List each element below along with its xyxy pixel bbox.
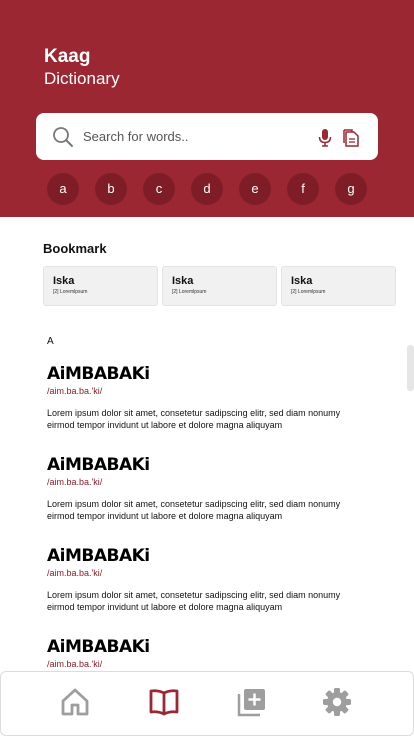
- bottom-navigation: [0, 671, 414, 736]
- bookmark-card[interactable]: Iska [2] Loremlpsum: [281, 266, 396, 306]
- gear-icon: [323, 688, 351, 716]
- app-title: Kaag: [44, 46, 91, 67]
- nav-settings[interactable]: [321, 686, 353, 718]
- word-entry[interactable]: AiMBABAKi /aim.ba.ba.'ki/ Lorem ipsum do…: [47, 364, 357, 431]
- bookmark-definition: [2] Loremlpsum: [291, 289, 326, 295]
- word-entry[interactable]: AiMBABAKi /aim.ba.ba.'ki/: [47, 637, 357, 670]
- bookmark-word: Iska: [53, 275, 75, 287]
- entry-word: AiMBABAKi: [47, 364, 150, 384]
- home-icon: [61, 688, 89, 716]
- entry-word: AiMBABAKi: [47, 455, 150, 475]
- book-icon: [149, 689, 179, 716]
- letter-g-button[interactable]: g: [335, 173, 367, 205]
- paste-icon[interactable]: [343, 129, 360, 147]
- bookmark-word: Iska: [291, 275, 313, 287]
- word-entry[interactable]: AiMBABAKi /aim.ba.ba.'ki/ Lorem ipsum do…: [47, 455, 357, 522]
- bookmark-title: Bookmark: [43, 241, 107, 256]
- scrollbar-thumb[interactable]: [407, 345, 414, 391]
- dictionary-content[interactable]: Bookmark Iska [2] Loremlpsum Iska [2] Lo…: [0, 217, 414, 672]
- bookmark-card[interactable]: Iska [2] Loremlpsum: [162, 266, 277, 306]
- entry-definition: Lorem ipsum dolor sit amet, consetetur s…: [47, 590, 341, 612]
- bookmark-word: Iska: [172, 275, 194, 287]
- bookmark-definition: [2] Loremlpsum: [172, 289, 207, 295]
- nav-add-word[interactable]: [236, 686, 268, 718]
- alphabet-filter: a b c d e f g: [47, 173, 377, 205]
- letter-a-button[interactable]: a: [47, 173, 79, 205]
- microphone-icon[interactable]: [318, 129, 332, 147]
- letter-c-button[interactable]: c: [143, 173, 175, 205]
- bookmark-card[interactable]: Iska [2] Loremlpsum: [43, 266, 158, 306]
- letter-f-button[interactable]: f: [287, 173, 319, 205]
- app-subtitle: Dictionary: [44, 69, 120, 88]
- bookmark-definition: [2] Loremlpsum: [53, 289, 88, 295]
- entry-pronunciation: /aim.ba.ba.'ki/: [47, 659, 103, 669]
- nav-dictionary[interactable]: [148, 686, 180, 718]
- entry-pronunciation: /aim.ba.ba.'ki/: [47, 386, 103, 396]
- search-icon: [53, 127, 73, 147]
- entry-pronunciation: /aim.ba.ba.'ki/: [47, 568, 103, 578]
- letter-d-button[interactable]: d: [191, 173, 223, 205]
- word-entry[interactable]: AiMBABAKi /aim.ba.ba.'ki/ Lorem ipsum do…: [47, 546, 357, 613]
- section-letter-heading: A: [47, 336, 54, 347]
- nav-home[interactable]: [59, 686, 91, 718]
- letter-e-button[interactable]: e: [239, 173, 271, 205]
- entry-pronunciation: /aim.ba.ba.'ki/: [47, 477, 103, 487]
- entry-definition: Lorem ipsum dolor sit amet, consetetur s…: [47, 408, 341, 430]
- app-header: Kaag Dictionary a b c d e f g: [0, 0, 414, 217]
- search-input[interactable]: [83, 125, 283, 147]
- letter-b-button[interactable]: b: [95, 173, 127, 205]
- search-bar[interactable]: [36, 113, 378, 160]
- entry-word: AiMBABAKi: [47, 637, 150, 657]
- entry-definition: Lorem ipsum dolor sit amet, consetetur s…: [47, 499, 341, 521]
- entry-word: AiMBABAKi: [47, 546, 150, 566]
- add-library-icon: [237, 689, 265, 717]
